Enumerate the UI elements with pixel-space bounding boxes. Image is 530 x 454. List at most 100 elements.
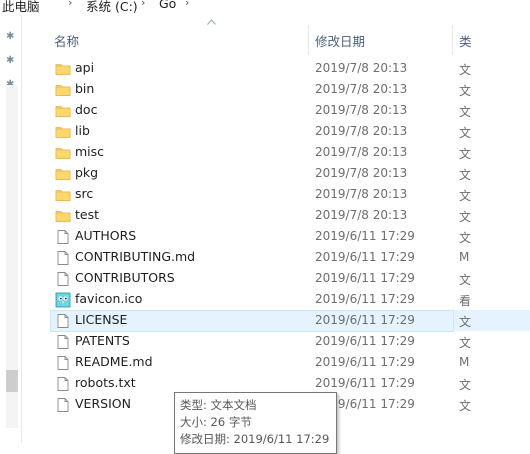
file-type: 文	[459, 126, 472, 140]
file-name: AUTHORS	[75, 228, 137, 243]
pin-icon[interactable]: ✱	[6, 56, 16, 66]
file-name: PATENTS	[75, 333, 130, 348]
file-modified-date: 2019/6/11 17:29	[315, 292, 415, 306]
file-name: CONTRIBUTING.md	[75, 249, 196, 264]
file-modified-date: 2019/7/8 20:13	[315, 61, 408, 75]
column-header-name[interactable]: 名称	[54, 31, 79, 50]
file-type: 看	[459, 294, 472, 308]
file-modified-date: 2019/6/11 17:29	[315, 229, 415, 243]
file-row[interactable]: misc 2019/7/8 20:13 文	[50, 142, 530, 163]
file-type: M	[459, 250, 470, 264]
tooltip-type: 类型: 文本文档	[180, 398, 257, 412]
file-modified-date: 2019/7/8 20:13	[315, 145, 408, 159]
file-icon	[55, 313, 71, 329]
file-icon	[55, 229, 71, 245]
file-modified-date: 2019/7/8 20:13	[315, 103, 408, 117]
file-name: VERSION	[75, 396, 131, 411]
folder-icon	[55, 166, 71, 182]
column-divider[interactable]	[452, 25, 453, 55]
file-name: src	[75, 186, 94, 201]
file-icon	[55, 376, 71, 392]
file-type: 文	[459, 210, 472, 224]
folder-icon	[55, 61, 71, 77]
file-row[interactable]: lib 2019/7/8 20:13 文	[50, 121, 530, 142]
sort-ascending-icon	[207, 19, 216, 25]
file-name: favicon.ico	[75, 291, 143, 306]
file-type: 文	[459, 147, 472, 161]
file-modified-date: 2019/6/11 17:29	[315, 250, 415, 264]
file-modified-date: 2019/6/11 17:29	[315, 334, 415, 348]
file-row[interactable]: test 2019/7/8 20:13 文	[50, 205, 530, 226]
nav-scrollbar-thumb[interactable]	[6, 370, 18, 392]
file-name: robots.txt	[75, 375, 136, 390]
folder-icon	[55, 208, 71, 224]
file-icon	[55, 271, 71, 287]
file-name: pkg	[75, 165, 99, 180]
column-header-row: 名称 修改日期 类	[32, 15, 530, 55]
file-modified-date: 2019/7/8 20:13	[315, 166, 408, 180]
tooltip-modified: 修改日期: 2019/6/11 17:29	[180, 432, 330, 446]
tooltip-size: 大小: 26 字节	[180, 415, 252, 429]
file-modified-date: 2019/6/11 17:29	[315, 313, 415, 327]
file-type: 文	[459, 378, 472, 392]
file-row[interactable]: CONTRIBUTING.md 2019/6/11 17:29 M	[50, 247, 530, 268]
file-name: LICENSE	[75, 312, 128, 327]
file-icon	[55, 397, 71, 413]
file-type: 文	[459, 273, 472, 287]
file-modified-date: 2019/6/11 17:29	[315, 376, 415, 390]
file-type: 文	[459, 105, 472, 119]
folder-icon	[55, 187, 71, 203]
breadcrumb-chevron-icon[interactable]: ›	[68, 0, 72, 9]
file-icon	[55, 355, 71, 371]
column-header-type[interactable]: 类	[459, 31, 472, 50]
folder-icon	[55, 103, 71, 119]
file-icon	[55, 334, 71, 350]
file-name: CONTRIBUTORS	[75, 270, 175, 285]
folder-icon	[55, 82, 71, 98]
breadcrumb-chevron-icon[interactable]: ›	[141, 0, 145, 9]
file-type: M	[459, 355, 470, 369]
file-type: 文	[459, 84, 472, 98]
breadcrumb-system-drive[interactable]: 系统 (C:)	[86, 0, 138, 15]
file-type: 文	[459, 315, 472, 329]
file-row[interactable]: AUTHORS 2019/6/11 17:29 文	[50, 226, 530, 247]
file-modified-date: 2019/6/11 17:29	[315, 355, 415, 369]
file-row[interactable]: api 2019/7/8 20:13 文	[50, 58, 530, 79]
file-type: 文	[459, 168, 472, 182]
file-row[interactable]: pkg 2019/7/8 20:13 文	[50, 163, 530, 184]
file-row[interactable]: robots.txt 2019/6/11 17:29 文	[50, 373, 530, 394]
file-name: test	[75, 207, 100, 222]
pane-divider[interactable]	[21, 15, 32, 443]
breadcrumb-go[interactable]: Go	[159, 0, 176, 11]
column-header-modified[interactable]: 修改日期	[315, 31, 365, 50]
file-row[interactable]: doc 2019/7/8 20:13 文	[50, 100, 530, 121]
breadcrumb-this-pc[interactable]: 此电脑	[2, 0, 40, 15]
file-name: api	[75, 60, 95, 75]
file-modified-date: 2019/7/8 20:13	[315, 208, 408, 222]
file-modified-date: 2019/7/8 20:13	[315, 82, 408, 96]
file-row[interactable]: src 2019/7/8 20:13 文	[50, 184, 530, 205]
file-row[interactable]: PATENTS 2019/6/11 17:29 文	[50, 331, 530, 352]
column-divider[interactable]	[308, 25, 309, 55]
file-row[interactable]: bin 2019/7/8 20:13 文	[50, 79, 530, 100]
pin-icon[interactable]: ✱	[6, 32, 16, 42]
file-name: lib	[75, 123, 90, 138]
file-name: misc	[75, 144, 105, 159]
file-name: bin	[75, 81, 95, 96]
file-row[interactable]: favicon.ico 2019/6/11 17:29 看	[50, 289, 530, 310]
file-type: 文	[459, 399, 472, 413]
gopher-image-icon	[55, 292, 71, 308]
file-type: 文	[459, 189, 472, 203]
file-row[interactable]: LICENSE 2019/6/11 17:29 文	[50, 310, 530, 332]
breadcrumb-chevron-icon[interactable]: ›	[185, 0, 189, 9]
file-row[interactable]: CONTRIBUTORS 2019/6/11 17:29 文	[50, 268, 530, 289]
folder-icon	[55, 124, 71, 140]
file-type: 文	[459, 336, 472, 350]
file-info-tooltip: 类型: 文本文档 大小: 26 字节 修改日期: 2019/6/11 17:29	[174, 392, 337, 454]
file-icon	[55, 250, 71, 266]
file-row[interactable]: README.md 2019/6/11 17:29 M	[50, 352, 530, 373]
folder-icon	[55, 145, 71, 161]
file-type: 文	[459, 63, 472, 77]
file-modified-date: 2019/6/11 17:29	[315, 271, 415, 285]
file-type: 文	[459, 231, 472, 245]
